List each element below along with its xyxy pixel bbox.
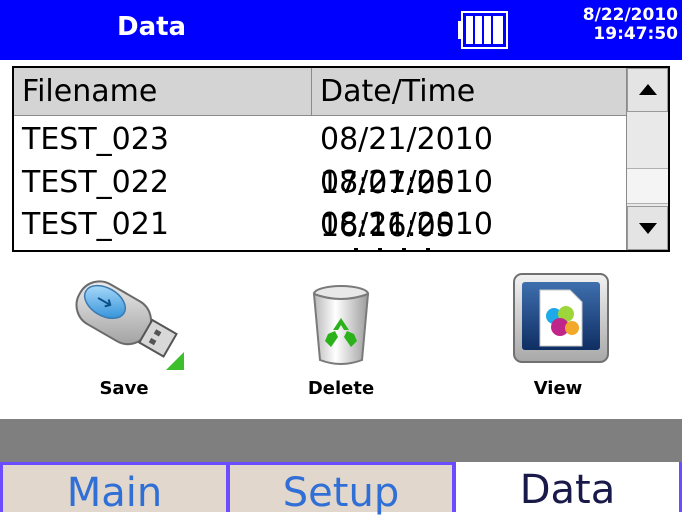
view-button[interactable]: View — [500, 272, 616, 406]
save-button[interactable]: Save — [62, 266, 186, 406]
file-list[interactable]: Filename Date/Time TEST_023 08/21/2010 1… — [12, 66, 670, 252]
recycle-bin-icon — [312, 285, 370, 365]
column-header-datetime[interactable]: Date/Time — [312, 68, 626, 116]
clock-date: 8/22/2010 — [582, 5, 678, 25]
battery-icon — [458, 11, 508, 49]
title-bar: Data 8/22/2010 19:47:50 — [0, 0, 682, 60]
tab-bar: Main Setup Data — [0, 462, 682, 516]
view-label: View — [533, 378, 583, 399]
usb-drive-icon — [75, 280, 184, 370]
screen-title: Data — [117, 12, 187, 42]
tab-setup[interactable]: Setup — [228, 462, 454, 516]
delete-label: Delete — [307, 378, 375, 399]
scroll-up-button[interactable] — [627, 68, 668, 112]
file-name: TEST_021 — [22, 207, 169, 242]
file-datetime: 08/21/2010 15:25:05 — [320, 207, 493, 242]
clock-time: 19:47:50 — [593, 24, 678, 44]
column-header-filename[interactable]: Filename — [14, 68, 312, 116]
save-label: Save — [99, 378, 149, 399]
file-name: TEST_023 — [22, 122, 169, 157]
scroll-thumb[interactable] — [627, 168, 668, 204]
list-item[interactable]: TEST_021 08/21/2010 15:25:05 — [14, 203, 626, 247]
list-item-partial — [354, 248, 430, 250]
arrow-up-icon — [639, 84, 657, 95]
clock: 8/22/2010 19:47:50 — [583, 6, 678, 44]
scroll-down-button[interactable] — [627, 206, 668, 250]
scrollbar[interactable] — [626, 68, 668, 250]
delete-button[interactable]: Delete — [280, 280, 402, 406]
list-item[interactable]: TEST_022 08/21/2010 16:16:05 — [14, 161, 626, 244]
status-bar — [0, 419, 682, 463]
file-name: TEST_022 — [22, 165, 169, 200]
tab-data[interactable]: Data — [454, 462, 682, 513]
view-report-icon — [513, 273, 609, 363]
arrow-down-icon — [639, 223, 657, 234]
tab-main[interactable]: Main — [0, 462, 228, 516]
list-item[interactable]: TEST_023 08/21/2010 17:07:05 — [14, 118, 626, 201]
